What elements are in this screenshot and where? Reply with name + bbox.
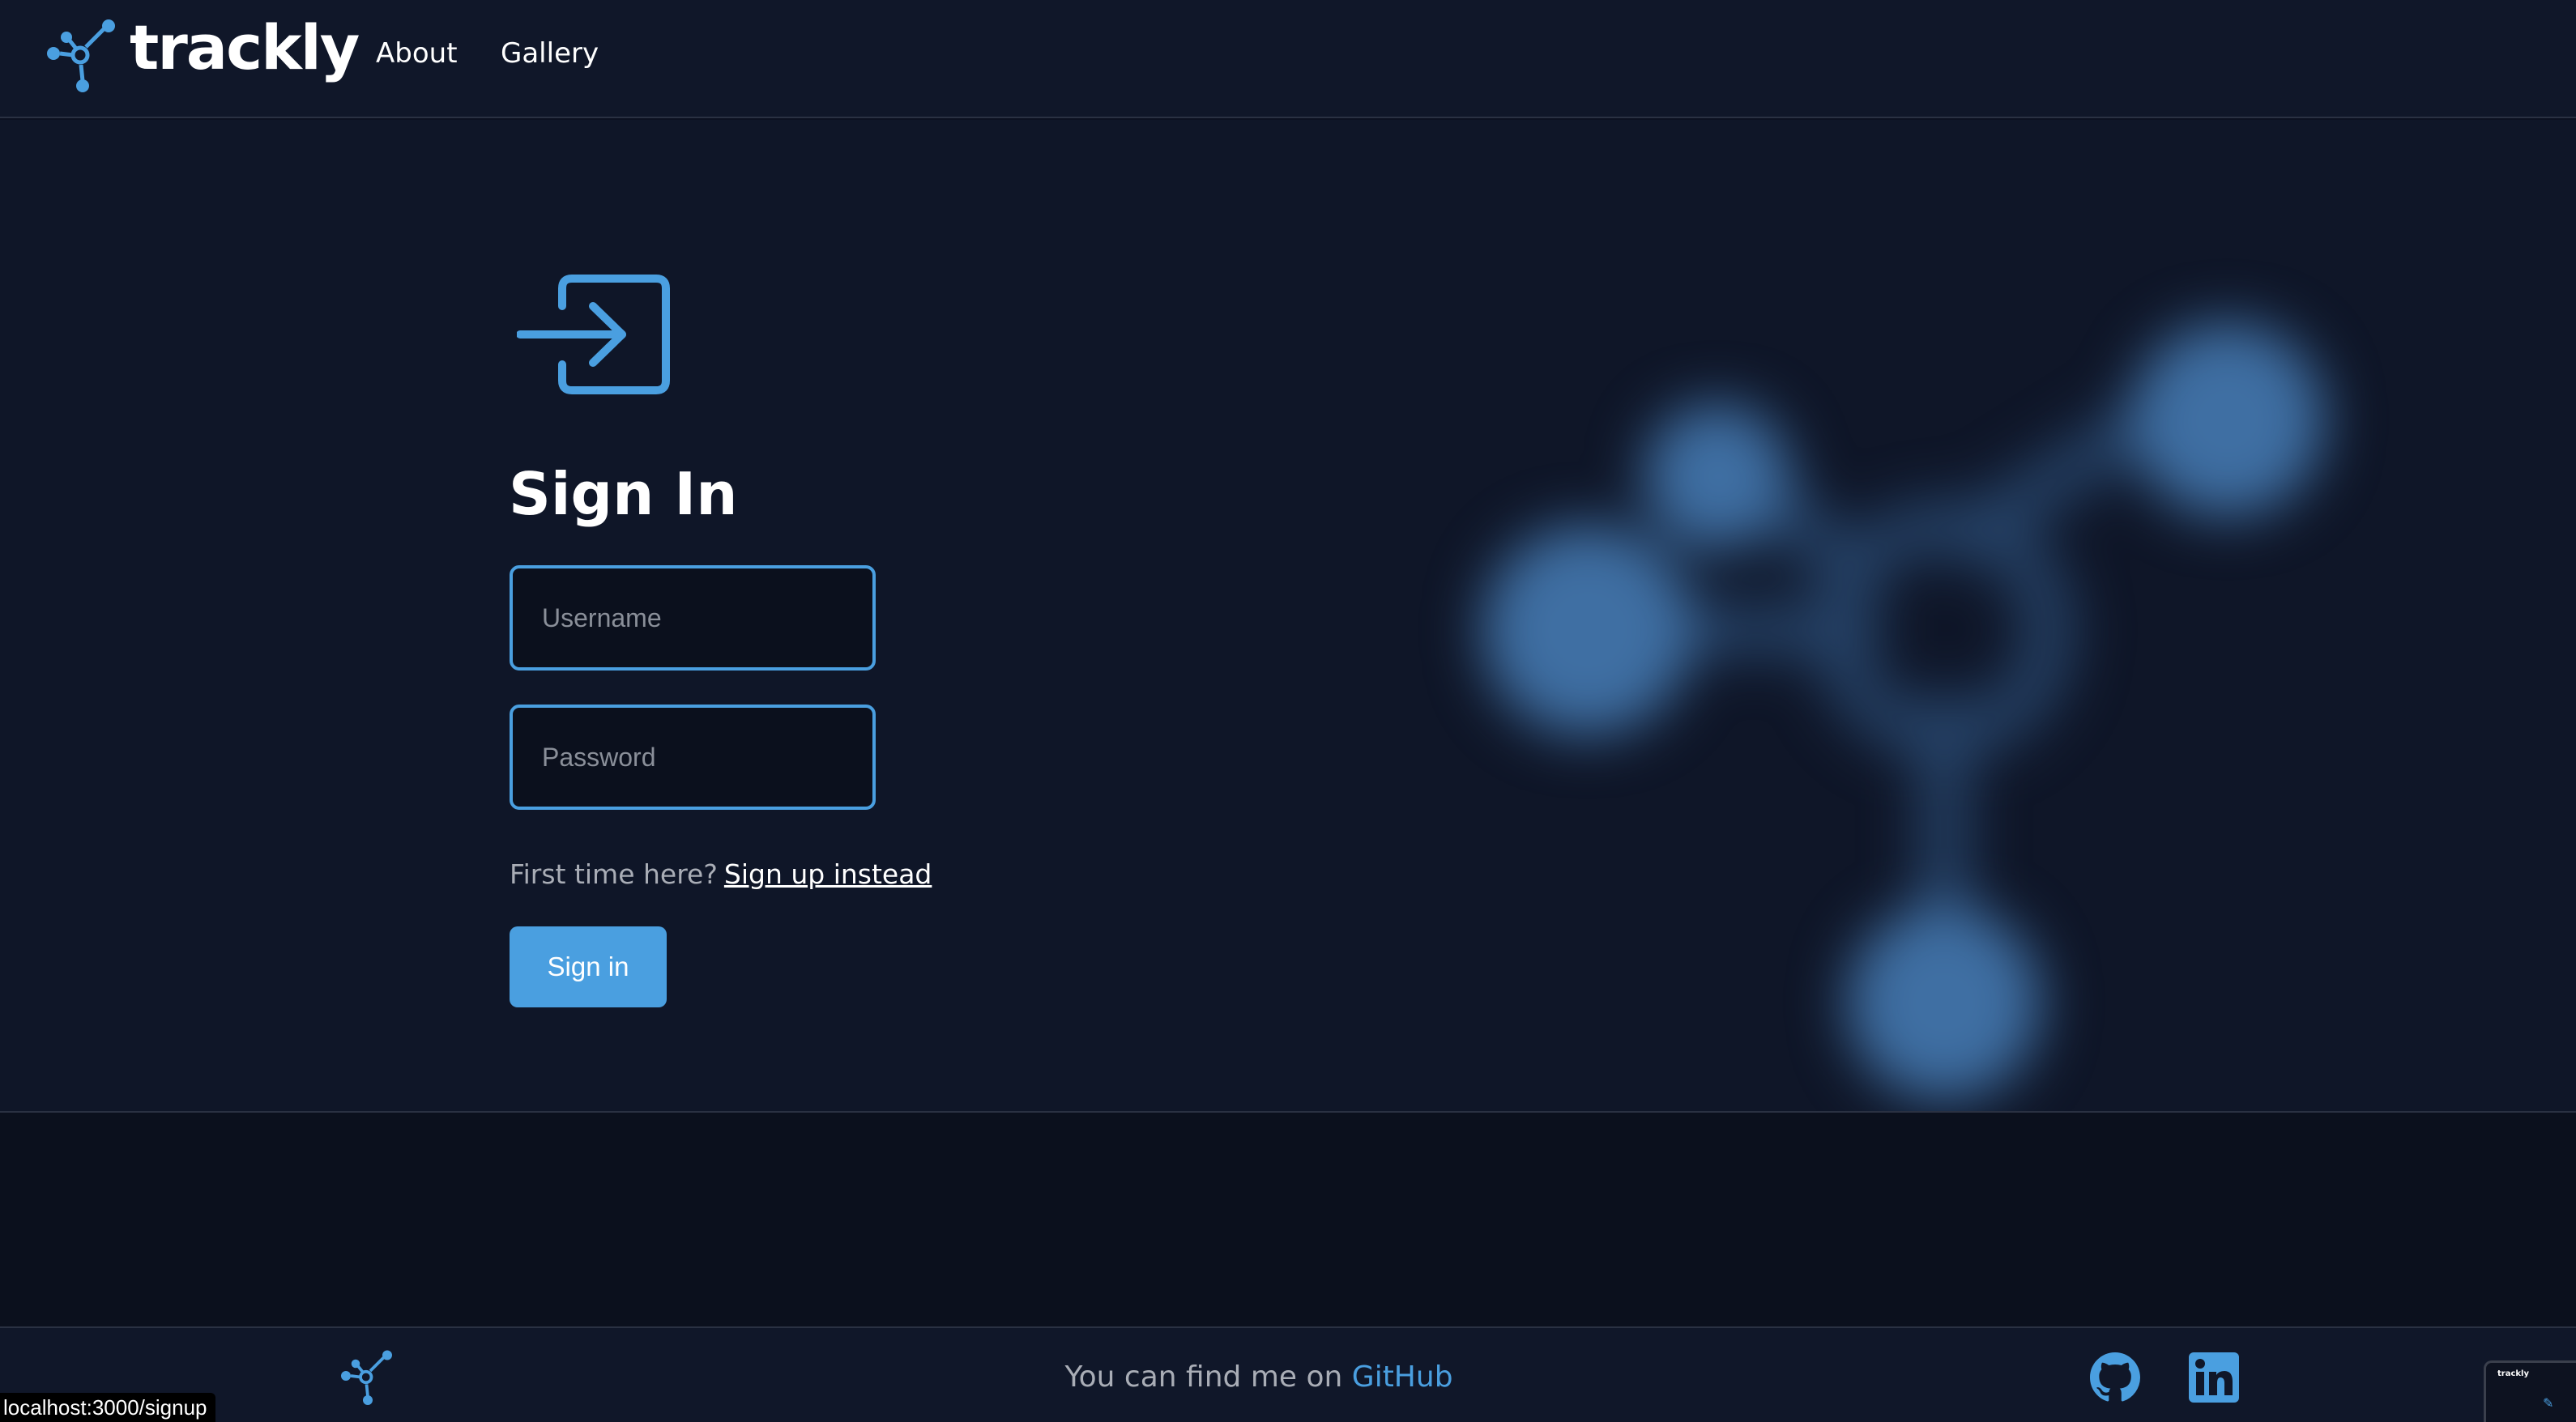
github-icon[interactable] [2090,1352,2140,1403]
footer: You can find me on GitHub [0,1326,2576,1422]
signin-icon [517,275,670,394]
footer-text-label: You can find me on [1064,1360,1343,1394]
signup-link[interactable]: Sign up instead [724,858,932,890]
signup-prompt-text: First time here? [510,858,718,890]
signup-prompt: First time here? Sign up instead [510,858,932,890]
nav-about[interactable]: About [376,37,458,70]
thumbnail-brand: trackly [2497,1369,2529,1378]
page-title: Sign In [509,460,738,528]
footer-github-link[interactable]: GitHub [1352,1360,1453,1394]
linkedin-icon[interactable] [2189,1352,2239,1403]
logo-icon[interactable] [44,18,122,96]
network-decoration [1482,322,2325,1100]
username-input[interactable] [510,565,876,671]
signin-button[interactable]: Sign in [510,926,667,1007]
header: trackly About Gallery [0,0,2576,118]
brand-name[interactable]: trackly [130,11,360,83]
pen-icon: ✎ [2543,1395,2554,1411]
status-bar-url: localhost:3000/signup [0,1393,215,1422]
password-input[interactable] [510,705,876,810]
empty-area [0,1113,2576,1326]
main-section: Sign In First time here?Sign up instead … [0,120,2576,1111]
nav-gallery[interactable]: Gallery [501,37,599,70]
screenshot-thumbnail[interactable]: trackly ✎ [2484,1360,2576,1422]
